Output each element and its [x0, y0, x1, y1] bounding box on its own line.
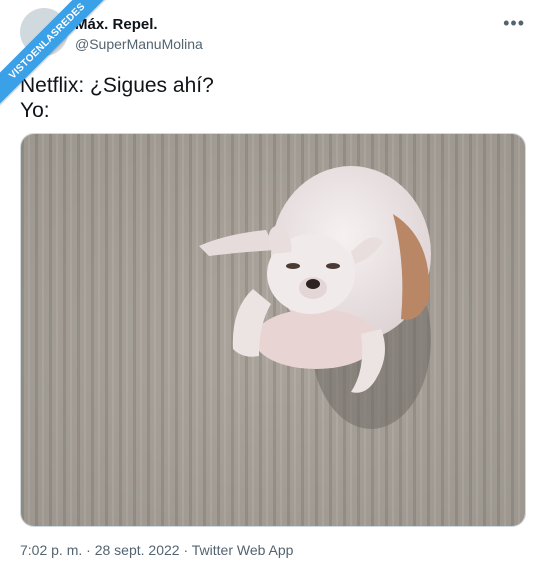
watermark-text: VISTOENLASREDES [0, 0, 110, 109]
more-horizontal-icon[interactable]: ••• [503, 14, 525, 32]
tweet-source[interactable]: Twitter Web App [192, 542, 294, 558]
tweet-photo[interactable] [20, 133, 526, 527]
watermark-ribbon: VISTOENLASREDES [0, 0, 110, 110]
dog-photo [21, 134, 525, 526]
tweet-date[interactable]: 28 sept. 2022 [95, 542, 180, 558]
meta-separator: · [82, 542, 95, 558]
tweet-meta: 7:02 p. m. · 28 sept. 2022 · Twitter Web… [20, 542, 293, 558]
meta-separator: · [179, 542, 192, 558]
tweet-time[interactable]: 7:02 p. m. [20, 542, 82, 558]
tweet-card: VISTOENLASREDES Máx. Repel. @SuperManuMo… [0, 0, 543, 577]
